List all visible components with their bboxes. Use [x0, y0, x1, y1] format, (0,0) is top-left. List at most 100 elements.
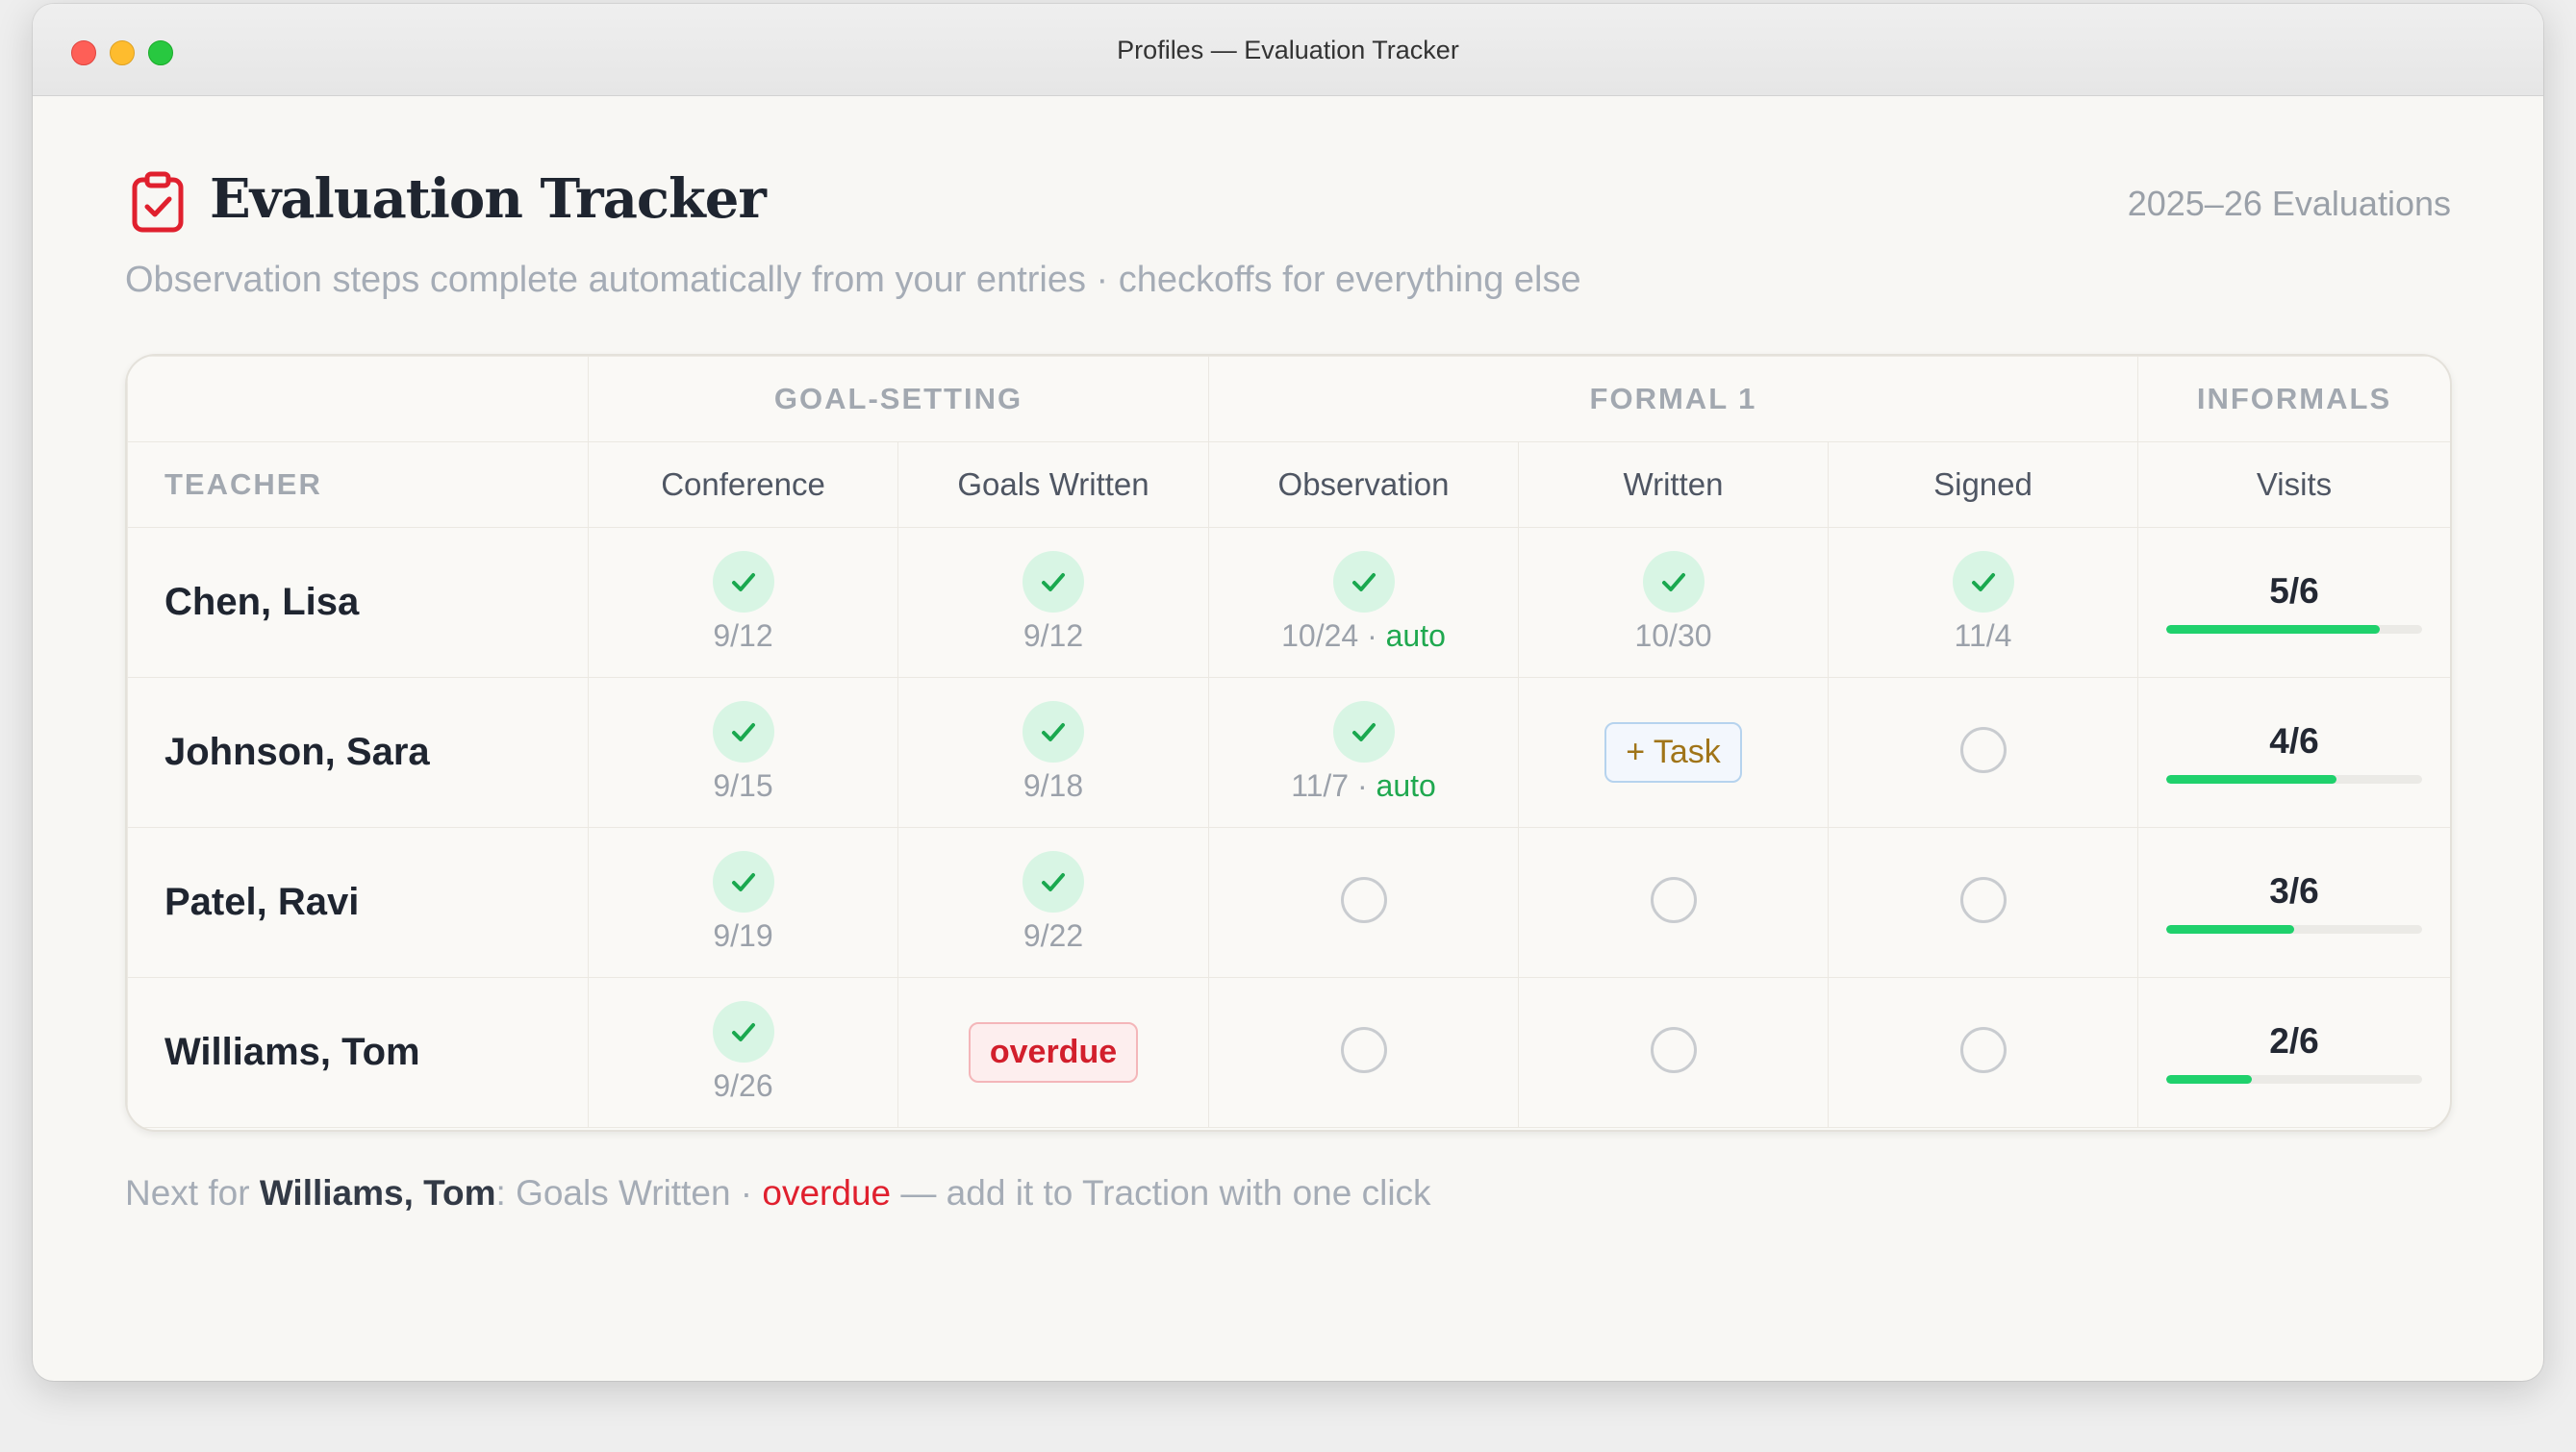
- goals-written-cell[interactable]: 9/18: [897, 677, 1209, 828]
- goals-written-cell[interactable]: 9/22: [897, 827, 1209, 978]
- completion-date: 9/12: [1023, 618, 1084, 653]
- empty-checkbox[interactable]: [1650, 1027, 1697, 1073]
- observation-cell[interactable]: 10/24 · auto: [1208, 527, 1519, 678]
- column-header-row: TEACHER Conference Goals Written Observa…: [127, 441, 2450, 528]
- written-cell: + Task: [1518, 677, 1829, 828]
- goals-written-cell[interactable]: 9/12: [897, 527, 1209, 678]
- check-icon: [1332, 701, 1395, 763]
- signed-cell: [1828, 677, 2138, 828]
- hint-step: : Goals Written ·: [495, 1173, 763, 1213]
- completion-date: 9/19: [713, 918, 773, 953]
- observation-cell[interactable]: 11/7 · auto: [1208, 677, 1519, 828]
- empty-checkbox[interactable]: [1959, 727, 2007, 773]
- completion-date: 11/7 · auto: [1291, 768, 1436, 803]
- table-row[interactable]: Chen, Lisa 9/12 9/12 10/24 · auto 10/30 …: [127, 527, 2450, 678]
- window-title: Profiles — Evaluation Tracker: [1117, 36, 1459, 64]
- table-row[interactable]: Johnson, Sara 9/15 9/18 11/7 · auto + Ta…: [127, 677, 2450, 828]
- teacher-name[interactable]: Chen, Lisa: [127, 527, 589, 678]
- written-cell: [1518, 977, 1829, 1128]
- column-header-teacher: TEACHER: [127, 441, 589, 528]
- completion-date: 11/4: [1954, 618, 2012, 653]
- column-header-goals-written: Goals Written: [897, 441, 1209, 528]
- hint-teacher: Williams, Tom: [259, 1173, 496, 1213]
- teacher-name[interactable]: Johnson, Sara: [127, 677, 589, 828]
- visits-progress-fill: [2166, 1075, 2252, 1084]
- group-header-formal-1: FORMAL 1: [1208, 356, 2138, 442]
- observation-cell: [1208, 977, 1519, 1128]
- check-icon: [1642, 551, 1705, 613]
- clipboard-check-icon: [132, 171, 184, 233]
- evaluation-year: 2025–26 Evaluations: [2127, 184, 2451, 223]
- group-header-goal-setting: GOAL-SETTING: [588, 356, 1209, 442]
- overdue-badge[interactable]: overdue: [968, 1022, 1139, 1083]
- observation-date: 10/24: [1281, 618, 1359, 653]
- auto-label: auto: [1385, 618, 1446, 653]
- hint-status: overdue: [762, 1173, 892, 1213]
- written-cell[interactable]: 10/30: [1518, 527, 1829, 678]
- column-header-observation: Observation: [1208, 441, 1519, 528]
- completion-date: 10/24 · auto: [1281, 618, 1446, 653]
- teacher-name[interactable]: Williams, Tom: [127, 977, 589, 1128]
- check-icon: [712, 1001, 774, 1063]
- written-cell: [1518, 827, 1829, 978]
- visits-count: 4/6: [2269, 721, 2319, 761]
- column-header-conference: Conference: [588, 441, 898, 528]
- completion-date: 10/30: [1634, 618, 1712, 653]
- column-header-visits: Visits: [2137, 441, 2450, 528]
- signed-cell: [1828, 977, 2138, 1128]
- empty-checkbox[interactable]: [1650, 877, 1697, 923]
- teacher-name[interactable]: Patel, Ravi: [127, 827, 589, 978]
- completion-date: 9/12: [713, 618, 773, 653]
- hint-suffix: — add it to Traction with one click: [891, 1173, 1431, 1213]
- table-row[interactable]: Patel, Ravi 9/19 9/22 3/6: [127, 827, 2450, 978]
- completion-date: 9/15: [713, 768, 773, 803]
- completion-date: 9/26: [713, 1068, 773, 1103]
- check-icon: [1952, 551, 2014, 613]
- check-icon: [1023, 701, 1084, 763]
- hint-prefix: Next for: [125, 1173, 260, 1213]
- visits-progress-bar: [2166, 1075, 2422, 1084]
- group-header-empty: [127, 356, 589, 442]
- table-row[interactable]: Williams, Tom 9/26 overdue 2/6: [127, 977, 2450, 1128]
- visits-progress-fill: [2166, 775, 2337, 784]
- empty-checkbox[interactable]: [1340, 1027, 1387, 1073]
- conference-cell[interactable]: 9/12: [588, 527, 898, 678]
- check-icon: [712, 851, 774, 913]
- page-subtitle: Observation steps complete automatically…: [125, 260, 1581, 300]
- empty-checkbox[interactable]: [1959, 877, 2007, 923]
- column-header-signed: Signed: [1828, 441, 2138, 528]
- check-icon: [1023, 851, 1084, 913]
- check-icon: [712, 701, 774, 763]
- conference-cell[interactable]: 9/26: [588, 977, 898, 1128]
- goals-written-cell: overdue: [897, 977, 1209, 1128]
- evaluation-table-card: GOAL-SETTING FORMAL 1 INFORMALS TEACHER …: [125, 354, 2452, 1132]
- visits-cell: 4/6: [2137, 677, 2450, 828]
- auto-label: auto: [1376, 768, 1436, 803]
- visits-count: 2/6: [2269, 1021, 2319, 1061]
- visits-progress-bar: [2166, 925, 2422, 934]
- visits-cell: 2/6: [2137, 977, 2450, 1128]
- visits-progress-bar: [2166, 625, 2422, 634]
- visits-cell: 5/6: [2137, 527, 2450, 678]
- observation-date: 11/7: [1291, 768, 1350, 803]
- conference-cell[interactable]: 9/19: [588, 827, 898, 978]
- empty-checkbox[interactable]: [1340, 877, 1387, 923]
- next-action-hint: Next for Williams, Tom: Goals Written · …: [125, 1173, 1431, 1214]
- empty-checkbox[interactable]: [1959, 1027, 2007, 1073]
- visits-count: 5/6: [2269, 571, 2319, 611]
- app-window: Profiles — Evaluation Tracker Evaluation…: [33, 4, 2543, 1381]
- column-header-written: Written: [1518, 441, 1829, 528]
- signed-cell[interactable]: 11/4: [1828, 527, 2138, 678]
- page-title: Evaluation Tracker: [210, 167, 767, 231]
- observation-cell: [1208, 827, 1519, 978]
- check-icon: [712, 551, 774, 613]
- group-header-row: GOAL-SETTING FORMAL 1 INFORMALS: [127, 356, 2450, 442]
- completion-date: 9/18: [1023, 768, 1084, 803]
- visits-cell: 3/6: [2137, 827, 2450, 978]
- check-icon: [1332, 551, 1395, 613]
- add-task-button[interactable]: + Task: [1604, 722, 1742, 783]
- evaluation-table: GOAL-SETTING FORMAL 1 INFORMALS TEACHER …: [127, 356, 2450, 1128]
- check-icon: [1023, 551, 1084, 613]
- conference-cell[interactable]: 9/15: [588, 677, 898, 828]
- visits-progress-bar: [2166, 775, 2422, 784]
